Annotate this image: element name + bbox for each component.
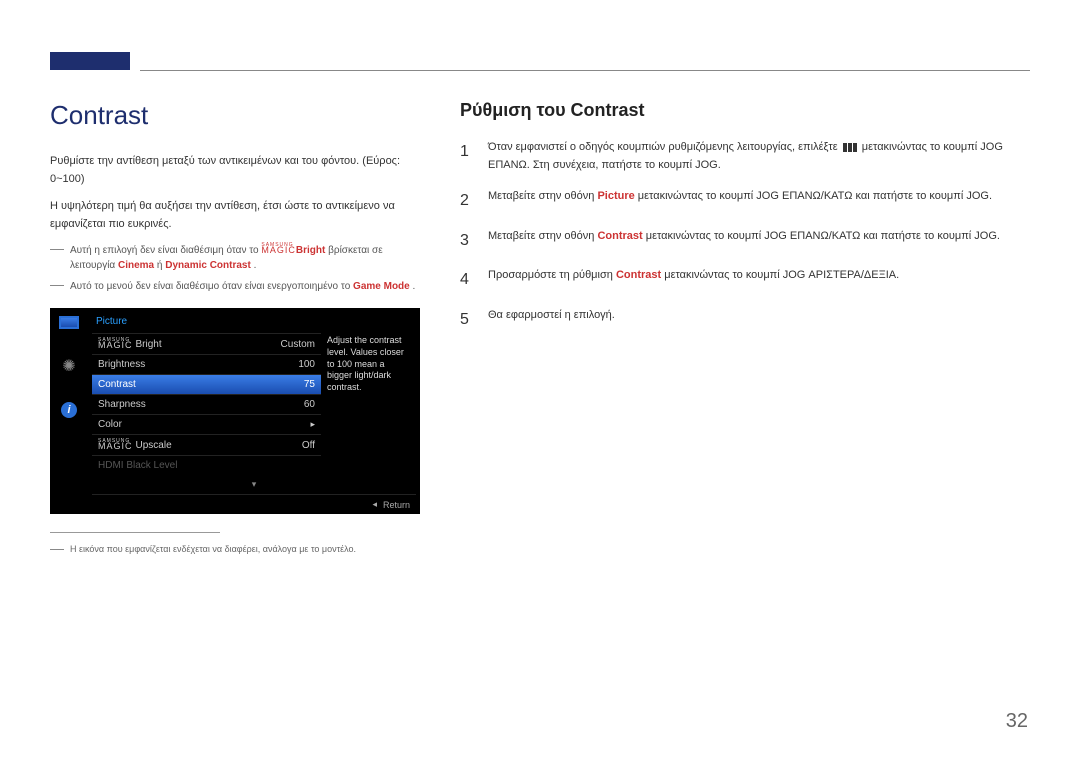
step-text: Μεταβείτε στην οθόνη <box>488 190 597 202</box>
note-1: Αυτή η επιλογή δεν είναι διαθέσιμη όταν … <box>50 243 430 273</box>
step-number: 2 <box>460 188 474 214</box>
monitor-icon <box>58 314 80 330</box>
footnote: Η εικόνα που εμφανίζεται ενδέχεται να δι… <box>50 543 430 557</box>
note-2: Αυτό το μενού δεν είναι διαθέσιμο όταν ε… <box>50 279 430 294</box>
info-icon: i <box>58 402 80 418</box>
step-highlight: Contrast <box>616 269 661 281</box>
magic-label: MAGIC <box>261 246 296 255</box>
osd-row-label: Color <box>98 419 122 430</box>
step-body: Μεταβείτε στην οθόνη Contrast μετακινώντ… <box>488 228 1030 254</box>
return-arrow-icon: ◂ <box>372 499 377 510</box>
step: 2 Μεταβείτε στην οθόνη Picture μετακινώντ… <box>460 188 1030 214</box>
samsung-magic-bright-label: SAMSUNG MAGIC <box>261 243 296 255</box>
osd-row-label: Contrast <box>98 379 136 390</box>
osd-row-value: Custom <box>281 339 315 350</box>
step-text: Θα εφαρμοστεί η επιλογή. <box>488 309 615 321</box>
section-title: Contrast <box>50 100 430 131</box>
step: 4 Προσαρμόστε τη ρύθμιση Contrast μετακιν… <box>460 267 1030 293</box>
note-dash-icon <box>50 285 64 294</box>
step-text: Όταν εμφανιστεί ο οδηγός κουμπιών ρυθμιζ… <box>488 141 841 153</box>
step: 3 Μεταβείτε στην οθόνη Contrast μετακινών… <box>460 228 1030 254</box>
osd-side-icons: ✺ i <box>50 308 88 514</box>
step-number: 3 <box>460 228 474 254</box>
magic-suffix: Upscale <box>136 440 172 451</box>
step-body: Θα εφαρμοστεί η επιλογή. <box>488 307 1030 333</box>
magic-suffix: Bright <box>136 339 162 350</box>
footnote-text: Η εικόνα που εμφανίζεται ενδέχεται να δι… <box>70 543 356 557</box>
osd-menu-list: SAMSUNGMAGICBrightCustomBrightness100Con… <box>92 333 321 475</box>
step-highlight: Contrast <box>597 230 642 242</box>
step-body: Όταν εμφανιστεί ο οδηγός κουμπιών ρυθμιζ… <box>488 139 1030 174</box>
step: 1 Όταν εμφανιστεί ο οδηγός κουμπιών ρυθμι… <box>460 139 1030 174</box>
osd-hint-text: Adjust the contrast level. Values closer… <box>321 333 416 475</box>
intro-paragraph-2: Η υψηλότερη τιμή θα αυξήσει την αντίθεση… <box>50 198 430 233</box>
osd-row-label: Sharpness <box>98 399 146 410</box>
step-body: Μεταβείτε στην οθόνη Picture μετακινώντα… <box>488 188 1030 214</box>
note-1-or: ή <box>157 260 165 271</box>
submenu-arrow-icon: ▸ <box>310 419 315 429</box>
osd-row: Contrast 75 <box>92 374 321 394</box>
procedure-title: Ρύθμιση του Contrast <box>460 100 1030 121</box>
step-text: Προσαρμόστε τη ρύθμιση <box>488 269 616 281</box>
samsung-magic-label: SAMSUNGMAGIC <box>98 439 133 451</box>
dynamic-contrast-label: Dynamic Contrast <box>165 260 251 271</box>
step-number: 4 <box>460 267 474 293</box>
step-text: μετακινώντας το κουμπί JOG ΕΠΑΝΩ/ΚΑΤΩ κα… <box>643 230 1000 242</box>
samsung-magic-label: SAMSUNGMAGIC <box>98 338 133 350</box>
osd-row: Brightness 100 <box>92 354 321 374</box>
note-2-end: . <box>413 281 416 292</box>
osd-row-value: 75 <box>304 379 315 390</box>
cinema-label: Cinema <box>118 260 154 271</box>
left-column: Contrast Ρυθμίστε την αντίθεση μεταξύ τω… <box>50 100 430 557</box>
osd-screenshot: ✺ i Picture SAMSUNGMAGICBrightCustomBrig… <box>50 308 420 514</box>
osd-return-label: Return <box>383 500 410 510</box>
osd-row: HDMI Black Level <box>92 455 321 475</box>
page-number: 32 <box>1006 710 1028 733</box>
osd-footer: ◂ Return <box>92 494 416 514</box>
note-1-text-pre: Αυτή η επιλογή δεν είναι διαθέσιμη όταν … <box>70 245 261 256</box>
jog-menu-icon <box>843 143 857 152</box>
scroll-down-icon: ▾ <box>92 479 416 490</box>
header-rule <box>140 70 1030 71</box>
gear-icon: ✺ <box>58 358 80 374</box>
step-highlight: Picture <box>597 190 634 202</box>
chapter-tab <box>50 52 130 70</box>
osd-row-value: 60 <box>304 399 315 410</box>
osd-row: Color ▸ <box>92 414 321 434</box>
osd-row-value: ▸ <box>310 419 315 430</box>
bright-label: Bright <box>296 245 325 256</box>
osd-row-value: 100 <box>298 359 315 370</box>
step-text: μετακινώντας το κουμπί JOG ΕΠΑΝΩ/ΚΑΤΩ κα… <box>635 190 992 202</box>
step-body: Προσαρμόστε τη ρύθμιση Contrast μετακινώ… <box>488 267 1030 293</box>
note-dash-icon <box>50 549 64 557</box>
osd-row-value: Off <box>302 440 315 451</box>
osd-row: Sharpness 60 <box>92 394 321 414</box>
osd-row-label: HDMI Black Level <box>98 460 177 471</box>
step-text: Μεταβείτε στην οθόνη <box>488 230 597 242</box>
note-1-end: . <box>254 260 257 271</box>
right-column: Ρύθμιση του Contrast 1 Όταν εμφανιστεί ο … <box>460 100 1030 557</box>
osd-row-label: SAMSUNGMAGICUpscale <box>98 439 172 451</box>
osd-row-label: Brightness <box>98 359 145 370</box>
intro-paragraph-1: Ρυθμίστε την αντίθεση μεταξύ των αντικει… <box>50 153 430 188</box>
step-number: 5 <box>460 307 474 333</box>
game-mode-label: Game Mode <box>353 281 410 292</box>
osd-row: SAMSUNGMAGICUpscale Off <box>92 434 321 455</box>
step-number: 1 <box>460 139 474 174</box>
footnote-divider <box>50 532 220 533</box>
osd-menu-title: Picture <box>92 314 416 333</box>
step-text: μετακινώντας το κουμπί JOG ΑΡΙΣΤΕΡΑ/ΔΕΞΙ… <box>661 269 899 281</box>
osd-row-label: SAMSUNGMAGICBright <box>98 338 162 350</box>
note-2-text-pre: Αυτό το μενού δεν είναι διαθέσιμο όταν ε… <box>70 281 353 292</box>
step: 5 Θα εφαρμοστεί η επιλογή. <box>460 307 1030 333</box>
osd-row: SAMSUNGMAGICBright Custom <box>92 333 321 354</box>
note-dash-icon <box>50 249 64 273</box>
